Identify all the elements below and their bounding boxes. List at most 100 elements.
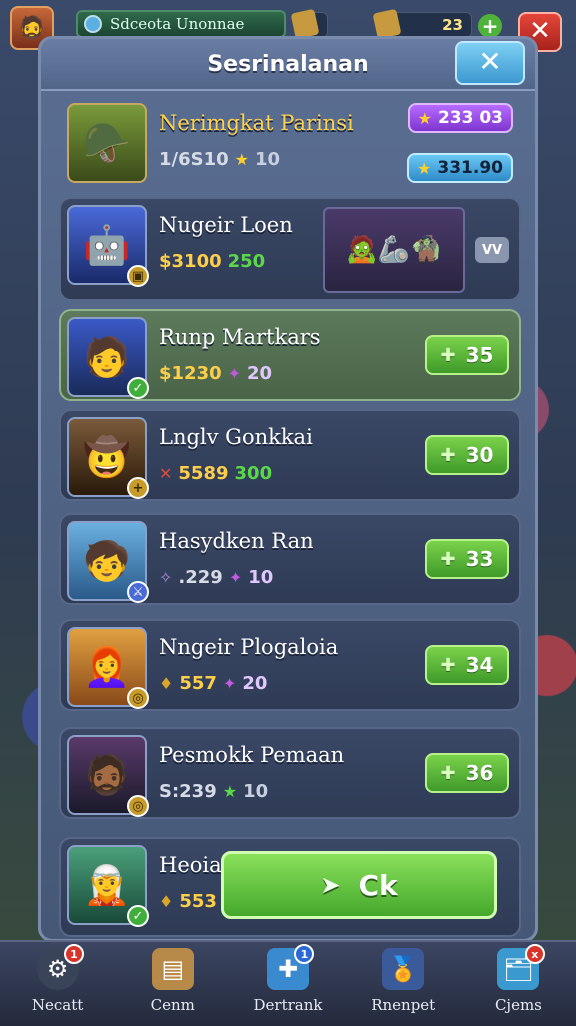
buy-price: 34 bbox=[465, 653, 494, 677]
chest-icon bbox=[372, 8, 402, 40]
gem-icon: ✦ bbox=[222, 674, 237, 693]
promo-tag[interactable]: VV bbox=[475, 237, 509, 263]
featured-price-pill-purple[interactable]: ★ 233 03 bbox=[407, 103, 513, 133]
hero-stats: $1230 ✦ 20 bbox=[159, 363, 272, 384]
gem-icon: ✦ bbox=[227, 364, 242, 383]
buy-price: 30 bbox=[465, 443, 494, 467]
hero-portrait-icon: 🧔🏾 ◎ bbox=[67, 735, 149, 817]
nav-label: Cjems bbox=[494, 996, 542, 1014]
featured-price-pill-blue[interactable]: ★ 331.90 bbox=[407, 153, 513, 183]
ok-button[interactable]: ➤ Ck bbox=[221, 851, 497, 919]
featured-name: Nerimgkat Parinsi bbox=[159, 111, 354, 135]
plus-coin-icon: + bbox=[127, 477, 149, 499]
star-icon: ★ bbox=[222, 782, 238, 801]
star-icon: ★ bbox=[234, 150, 249, 169]
nav-label: Necatt bbox=[31, 996, 84, 1014]
shop-panel: Sesrinalanan ✕ 🪖 Nerimgkat Parinsi 1/6S1… bbox=[38, 36, 538, 942]
hero-stats: ✧ .229 ✦ 10 bbox=[159, 567, 273, 588]
hero-name: Hasydken Ran bbox=[159, 529, 314, 553]
featured-stat-secondary: 10 bbox=[254, 149, 281, 170]
hero-stat-secondary: 300 bbox=[234, 463, 273, 484]
nav-item-dertrank[interactable]: ✚ 1 Dertrank bbox=[230, 942, 345, 1026]
featured-card[interactable]: 🪖 Nerimgkat Parinsi 1/6S10 ★ 10 ★ 233 03… bbox=[59, 95, 521, 193]
hero-stat-primary: $1230 bbox=[159, 363, 222, 384]
panel-header: Sesrinalanan ✕ bbox=[41, 39, 535, 91]
hero-portrait-icon: 🧒 ⚔ bbox=[67, 521, 149, 603]
buy-price: 36 bbox=[465, 761, 494, 785]
chest-icon bbox=[290, 8, 320, 40]
medal-icon: 🏅 bbox=[382, 948, 425, 990]
buy-button[interactable]: ✚ 30 bbox=[425, 435, 509, 475]
nav-item-cjems[interactable]: 🗂 x Cjems bbox=[461, 942, 576, 1026]
hero-stats: S:239 ★ 10 bbox=[159, 781, 268, 802]
hero-portrait-icon: 🧝 ✓ bbox=[67, 845, 149, 927]
nav-item-cenm[interactable]: ▤ Cenm bbox=[115, 942, 230, 1026]
promo-name: Nugeir Loen bbox=[159, 213, 293, 237]
star-icon: ★ bbox=[417, 108, 432, 128]
arrow-icon: ✚ bbox=[440, 548, 456, 570]
globe-icon bbox=[84, 15, 102, 33]
promo-stat-primary: $3100 bbox=[159, 251, 222, 272]
check-icon: ✓ bbox=[127, 377, 149, 399]
buy-button[interactable]: ✚ 35 bbox=[425, 335, 509, 375]
notification-badge: 1 bbox=[294, 944, 315, 964]
promo-stats: $3100 250 bbox=[159, 251, 265, 272]
player-name-bar[interactable]: Sdcеota Unonnae bbox=[76, 10, 286, 38]
plus-icon[interactable]: + bbox=[478, 14, 502, 38]
coin-icon: ♦ bbox=[159, 674, 174, 693]
arrow-icon: ✚ bbox=[440, 762, 456, 784]
arrow-icon: ✚ bbox=[440, 444, 456, 466]
nav-item-necatt[interactable]: ⚙ 1 Necatt bbox=[0, 942, 115, 1026]
player-name: Sdcеota Unonnae bbox=[110, 15, 245, 33]
hero-stats: ✕ 5589 300 bbox=[159, 463, 272, 484]
hero-stat-secondary: 20 bbox=[242, 673, 268, 694]
hero-name: Pesmokk Pemaan bbox=[159, 743, 345, 767]
resource-counter: 23 bbox=[372, 8, 472, 40]
sparkle-icon: ✧ bbox=[159, 568, 173, 587]
hero-name: Runp Martkars bbox=[159, 325, 321, 349]
buy-price: 35 bbox=[465, 343, 494, 367]
hero-row[interactable]: 🧔🏾 ◎ Pesmokk Pemaan S:239 ★ 10 ✚ 36 bbox=[59, 727, 521, 819]
chest-icon: ▤ bbox=[151, 948, 194, 990]
featured-stat-primary: 1/6S10 bbox=[159, 149, 229, 170]
coin-icon: ♦ bbox=[159, 892, 174, 911]
promo-card[interactable]: 🤖 ▣ Nugeir Loen $3100 250 🧟🦾🧌 VV bbox=[59, 197, 521, 301]
ok-label: Ck bbox=[358, 868, 398, 902]
resource-slot-1 bbox=[290, 8, 328, 40]
hero-portrait-icon: 🤠 + bbox=[67, 417, 149, 499]
nav-label: Dertrank bbox=[253, 996, 323, 1014]
hero-row[interactable]: 🤠 + Lnglv Gonkkai ✕ 5589 300 ✚ 30 bbox=[59, 409, 521, 501]
hero-name: Heoia bbox=[159, 853, 222, 877]
buy-button[interactable]: ✚ 34 bbox=[425, 645, 509, 685]
notification-badge: x bbox=[524, 944, 545, 964]
hero-portrait-icon: 🧑 ✓ bbox=[67, 317, 149, 399]
hero-stat-primary: 553 bbox=[179, 891, 217, 912]
notification-badge: 1 bbox=[64, 944, 84, 964]
hero-stat-primary: S:239 bbox=[159, 781, 217, 802]
hero-portrait-icon: 👩‍🦰 ◎ bbox=[67, 627, 149, 709]
featured-pill-top-value: 233 03 bbox=[437, 108, 503, 128]
team-art-image: 🧟🦾🧌 bbox=[323, 207, 465, 293]
nav-item-rnenpet[interactable]: 🏅 Rnenpet bbox=[346, 942, 461, 1026]
hero-stat-primary: .229 bbox=[178, 567, 223, 588]
hero-row[interactable]: 🧒 ⚔ Hasydken Ran ✧ .229 ✦ 10 ✚ 33 bbox=[59, 513, 521, 605]
hero-row[interactable]: 👩‍🦰 ◎ Nngeir Plogaloia ♦ 557 ✦ 20 ✚ 34 bbox=[59, 619, 521, 711]
nav-label: Rnenpet bbox=[371, 996, 436, 1014]
check-icon: ✓ bbox=[127, 905, 149, 927]
hero-stats: ♦ 557 ✦ 20 bbox=[159, 673, 267, 694]
panel-close-button[interactable]: ✕ bbox=[455, 41, 525, 85]
helmet-icon: 🪖 bbox=[67, 103, 147, 183]
buy-button[interactable]: ✚ 33 bbox=[425, 539, 509, 579]
hero-stat-secondary: 20 bbox=[247, 363, 273, 384]
featured-stats: 1/6S10 ★ 10 bbox=[159, 149, 280, 170]
star-icon: ★ bbox=[417, 158, 432, 178]
hero-row[interactable]: 🧑 ✓ Runp Martkars $1230 ✦ 20 ✚ 35 bbox=[59, 309, 521, 401]
sword-icon: ⚔ bbox=[127, 581, 149, 603]
buy-button[interactable]: ✚ 36 bbox=[425, 753, 509, 793]
hero-stat-primary: 5589 bbox=[178, 463, 229, 484]
hero-stat-secondary: 10 bbox=[248, 567, 274, 588]
panel-title: Sesrinalanan bbox=[207, 51, 369, 77]
cross-icon: ✕ bbox=[159, 464, 173, 483]
hero-name: Lnglv Gonkkai bbox=[159, 425, 313, 449]
hero-stats: ♦ 553 bbox=[159, 891, 217, 912]
